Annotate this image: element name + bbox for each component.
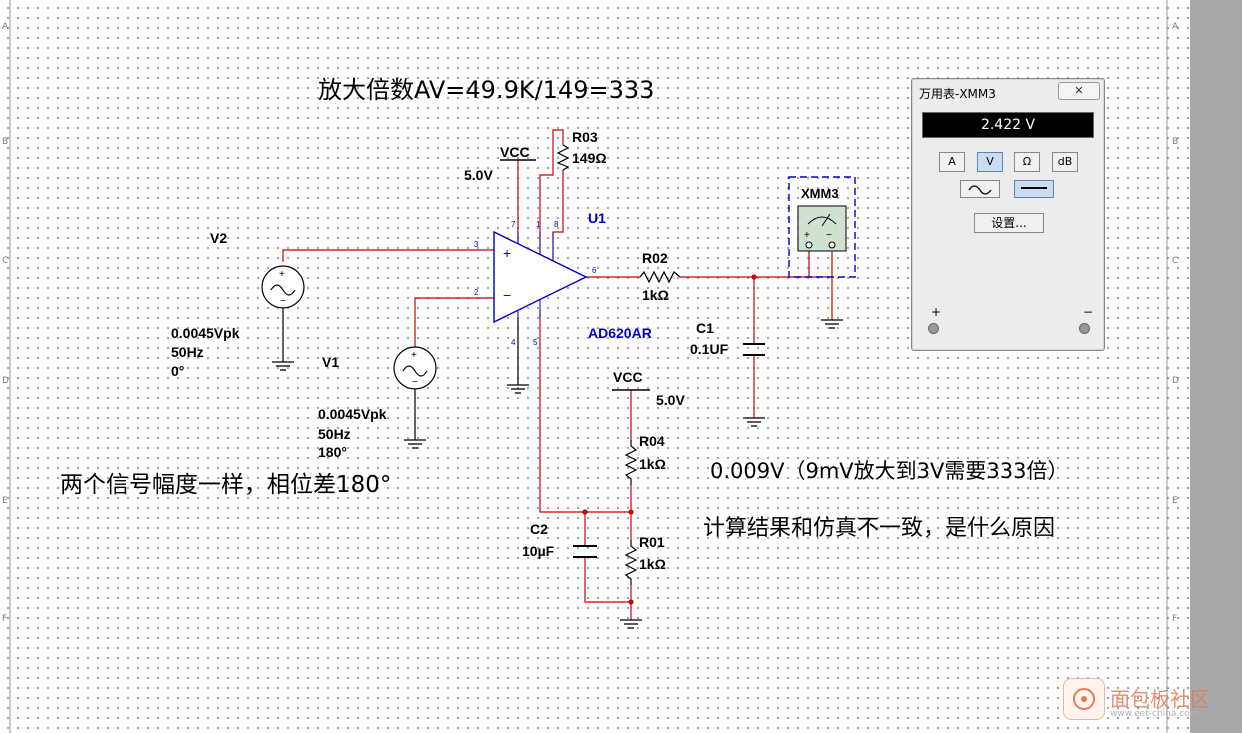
question-annotation: 计算结果和仿真不一致，是什么原因 (703, 516, 1056, 541)
vcc-bottom-voltage: 5.0V (656, 392, 685, 408)
u1-pin5: 5 (533, 338, 538, 347)
resistor-r04[interactable] (624, 440, 638, 485)
vcc-top-voltage: 5.0V (464, 167, 493, 183)
v1-phase: 180° (318, 444, 347, 460)
v1-ref: V1 (322, 354, 339, 370)
svg-text:+: + (804, 230, 810, 241)
r02-value: 1kΩ (642, 287, 669, 303)
svg-text:−: − (280, 296, 286, 307)
voltage-source-v2[interactable]: + − (261, 265, 305, 309)
u1-pin7: 7 (511, 220, 516, 229)
u1-pin2: 2 (474, 288, 479, 297)
phase-annotation: 两个信号幅度一样，相位差180° (60, 472, 392, 498)
svg-text:+: + (411, 350, 417, 361)
settings-button[interactable]: 设置... (974, 213, 1044, 233)
wires (282, 129, 833, 620)
u1-pin6: 6 (592, 266, 597, 275)
xmm3-ref: XMM3 (801, 186, 839, 201)
capacitor-c1[interactable] (743, 343, 765, 356)
c2-value: 10µF (522, 543, 555, 559)
watermark-logo-icon (1063, 678, 1105, 720)
u1-pin8: 8 (554, 220, 559, 229)
dc-line-icon (1021, 187, 1047, 189)
svg-text:+: + (503, 245, 511, 261)
capacitor-c2[interactable] (573, 545, 597, 558)
close-button[interactable]: ✕ (1058, 82, 1100, 100)
r03-value: 149Ω (572, 150, 607, 166)
dc-mode-button[interactable] (1014, 180, 1054, 198)
u1-pin4: 4 (511, 338, 516, 347)
v1-amplitude: 0.0045Vpk (318, 406, 387, 422)
svg-text:+: + (279, 269, 285, 280)
minus-terminal-label: − (1083, 305, 1094, 319)
u1-pin3: 3 (474, 240, 479, 249)
junction-dots (582, 274, 757, 605)
c2-ref: C2 (530, 521, 548, 537)
mode-db-button[interactable]: dB (1052, 152, 1078, 172)
r04-ref: R04 (639, 433, 665, 449)
plus-terminal-label: + (931, 305, 942, 319)
multimeter-reading: 2.422 V (922, 112, 1094, 138)
r04-value: 1kΩ (639, 456, 666, 472)
mode-volt-button[interactable]: V (977, 152, 1003, 172)
c1-ref: C1 (696, 320, 714, 336)
u1-pin1: 1 (536, 220, 541, 229)
u1-ref: U1 (588, 210, 606, 226)
svg-text:−: − (412, 377, 418, 388)
v2-ref: V2 (210, 230, 227, 246)
workspace-margin (1190, 0, 1242, 733)
ac-mode-button[interactable] (960, 180, 1000, 198)
v2-phase: 0° (171, 363, 184, 379)
u1-part: AD620AR (588, 325, 652, 341)
minus-terminal[interactable] (1079, 323, 1090, 334)
watermark-text: 面包板社区 (1110, 687, 1210, 711)
c1-value: 0.1UF (690, 341, 729, 357)
gain-annotation: 放大倍数AV=49.9K/149=333 (318, 76, 655, 104)
voltage-source-v1[interactable]: + − (393, 346, 437, 390)
r02-ref: R02 (642, 250, 668, 266)
resistor-r01[interactable] (624, 540, 638, 585)
result-annotation: 0.009V（9mV放大到3V需要333倍） (710, 459, 1069, 483)
svg-text:−: − (826, 230, 832, 241)
v2-frequency: 50Hz (171, 344, 204, 360)
v2-amplitude: 0.0045Vpk (171, 325, 240, 341)
watermark-url: www.eet-china.com (1110, 709, 1199, 719)
mode-ampere-button[interactable]: A (939, 152, 965, 172)
mode-ohm-button[interactable]: Ω (1014, 152, 1040, 172)
multimeter-window[interactable]: 万用表-XMM3 ✕ 2.422 V A V Ω dB 设置... + − (911, 78, 1105, 351)
opamp-u1[interactable]: + − 3 2 6 7 4 1 8 5 (474, 220, 597, 347)
svg-text:−: − (503, 287, 511, 303)
r03-ref: R03 (572, 129, 598, 145)
v1-frequency: 50Hz (318, 426, 351, 442)
multimeter-title: 万用表-XMM3 (919, 87, 996, 101)
vcc-top-label: VCC (500, 144, 530, 160)
plus-terminal[interactable] (928, 323, 939, 334)
r01-value: 1kΩ (639, 556, 666, 572)
vcc-bottom-label: VCC (613, 369, 643, 385)
resistor-r02[interactable] (639, 270, 681, 284)
resistor-r03[interactable] (556, 144, 570, 171)
sine-wave-icon (968, 185, 992, 195)
r01-ref: R01 (639, 534, 665, 550)
